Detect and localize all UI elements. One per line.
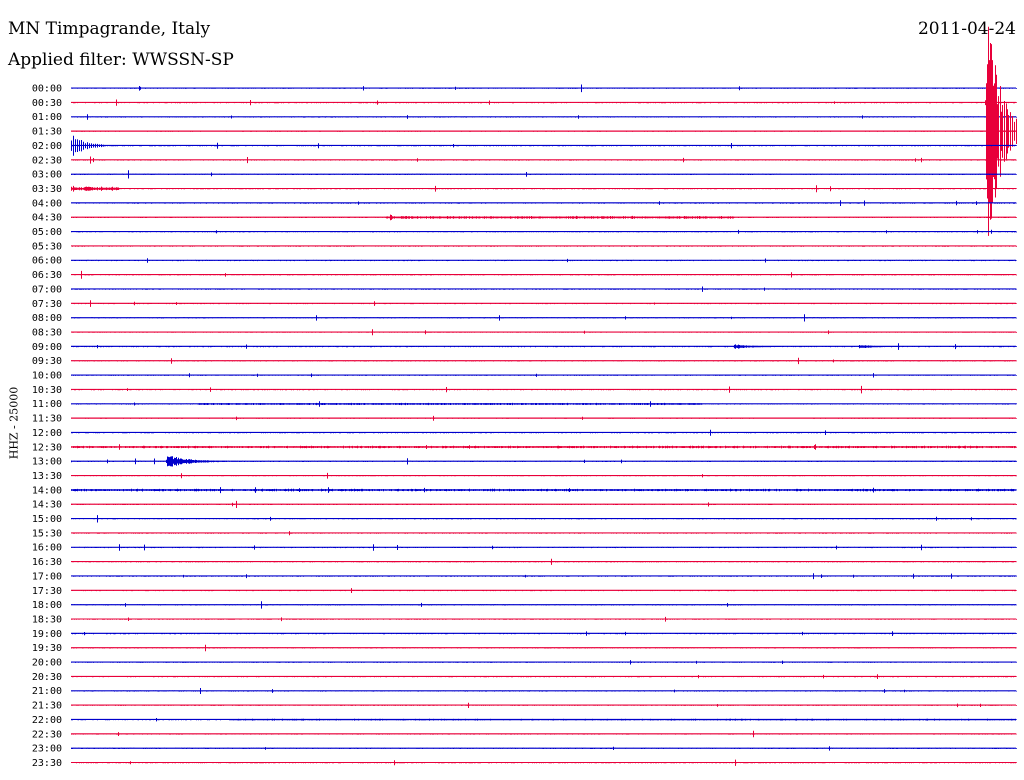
tick-label: 22:30 (32, 729, 62, 740)
tick-label: 12:30 (32, 442, 62, 453)
tick-label: 20:00 (32, 658, 62, 669)
tick-label: 11:00 (32, 399, 62, 410)
tick-label: 06:30 (32, 270, 62, 281)
tick-label: 10:30 (32, 385, 62, 396)
tick-label: 19:00 (32, 629, 62, 640)
tick-label: 13:30 (32, 471, 62, 482)
tick-label: 10:00 (32, 371, 62, 382)
tick-label: 23:00 (32, 744, 62, 755)
tick-label: 17:00 (32, 571, 62, 582)
tick-label: 06:00 (32, 256, 62, 267)
tick-label: 03:00 (32, 170, 62, 181)
tick-label: 11:30 (32, 414, 62, 425)
tick-label: 03:30 (32, 184, 62, 195)
tick-label: 00:30 (32, 98, 62, 109)
tick-label: 09:30 (32, 356, 62, 367)
tick-label: 01:30 (32, 127, 62, 138)
tick-label: 17:30 (32, 586, 62, 597)
tick-label: 19:30 (32, 643, 62, 654)
tick-label: 18:00 (32, 600, 62, 611)
tick-label: 21:00 (32, 686, 62, 697)
tick-label: 14:30 (32, 500, 62, 511)
tick-label: 13:00 (32, 457, 62, 468)
tick-label: 02:00 (32, 141, 62, 152)
tick-label: 15:00 (32, 514, 62, 525)
tick-label: 05:00 (32, 227, 62, 238)
time-tick-labels: 00:00 00:30 01:00 01:30 02:00 02:30 03:00 03:30… (32, 84, 62, 769)
tick-label: 09:00 (32, 342, 62, 353)
tick-label: 12:00 (32, 428, 62, 439)
tick-label: 01:00 (32, 112, 62, 123)
tick-label: 07:30 (32, 299, 62, 310)
tick-label: 21:30 (32, 701, 62, 712)
tick-label: 00:00 (32, 84, 62, 95)
tick-label: 04:30 (32, 213, 62, 224)
tick-label: 20:30 (32, 672, 62, 683)
tick-label: 05:30 (32, 241, 62, 252)
tick-label: 23:30 (32, 758, 62, 769)
tick-label: 18:30 (32, 614, 62, 625)
tick-label: 08:30 (32, 327, 62, 338)
tick-label: 22:00 (32, 715, 62, 726)
seismic-traces (71, 26, 1017, 766)
tick-label: 16:00 (32, 543, 62, 554)
tick-label: 16:30 (32, 557, 62, 568)
helicorder-plot: 00:00 00:30 01:00 01:30 02:00 02:30 03:00 03:30… (32, 26, 1017, 769)
tick-label: 14:00 (32, 485, 62, 496)
tick-label: 07:00 (32, 284, 62, 295)
tick-label: 04:00 (32, 198, 62, 209)
tick-label: 08:00 (32, 313, 62, 324)
tick-label: 15:30 (32, 528, 62, 539)
tick-label: 02:30 (32, 155, 62, 166)
